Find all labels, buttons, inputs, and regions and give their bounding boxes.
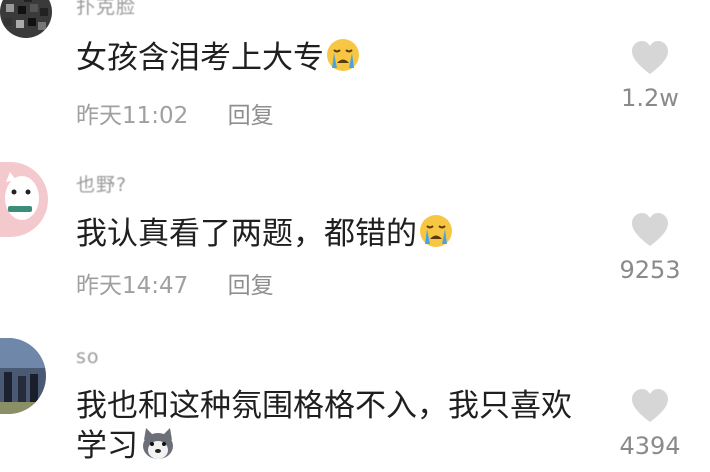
comment-item: so 我也和这种氛围格格不入，我只喜欢 学习 4394 (0, 320, 710, 464)
comment-text: 学习 (76, 424, 176, 472)
avatar[interactable] (0, 162, 48, 237)
avatar[interactable] (0, 0, 52, 38)
comment-item: 也野? 我认真看了两题，都错的 昨天14:47 回复 9253 (0, 150, 710, 320)
crying-face-icon (326, 38, 360, 84)
comment-username[interactable]: 也野? (76, 170, 127, 197)
avatar[interactable] (0, 338, 46, 414)
husky-face-icon (140, 426, 176, 472)
like-button[interactable]: 4394 (610, 388, 690, 460)
comment-time: 昨天11:02 (76, 103, 189, 129)
reply-button[interactable]: 回复 (228, 96, 274, 130)
heart-icon (632, 389, 668, 422)
heart-icon (632, 213, 668, 246)
reply-button[interactable]: 回复 (228, 266, 274, 300)
crying-face-icon (419, 214, 453, 260)
like-button[interactable]: 1.2w (610, 40, 690, 112)
comment-text-line1: 我也和这种氛围格格不入，我只喜欢 (76, 388, 572, 424)
comment-text: 女孩含泪考上大专 (76, 36, 360, 84)
like-count: 1.2w (621, 84, 679, 112)
comment-time: 昨天14:47 (76, 273, 189, 299)
like-button[interactable]: 9253 (610, 212, 690, 284)
comment-text: 我也和这种氛围格格不入，我只喜欢 (76, 384, 572, 428)
comment-meta: 昨天14:47 回复 (76, 266, 274, 300)
like-count: 9253 (619, 256, 681, 284)
comment-username[interactable]: so (76, 346, 100, 368)
comment-item: 扑克脸 女孩含泪考上大专 昨天11:02 回复 1.2w (0, 0, 710, 150)
heart-icon (632, 41, 668, 74)
comment-text-line2: 学习 (76, 428, 138, 464)
comment-meta: 昨天11:02 回复 (76, 96, 274, 130)
comment-text-content: 女孩含泪考上大专 (76, 40, 324, 76)
like-count: 4394 (619, 432, 681, 460)
comment-text: 我认真看了两题，都错的 (76, 212, 453, 260)
comment-text-content: 我认真看了两题，都错的 (76, 216, 417, 252)
comment-username[interactable]: 扑克脸 (76, 0, 136, 19)
